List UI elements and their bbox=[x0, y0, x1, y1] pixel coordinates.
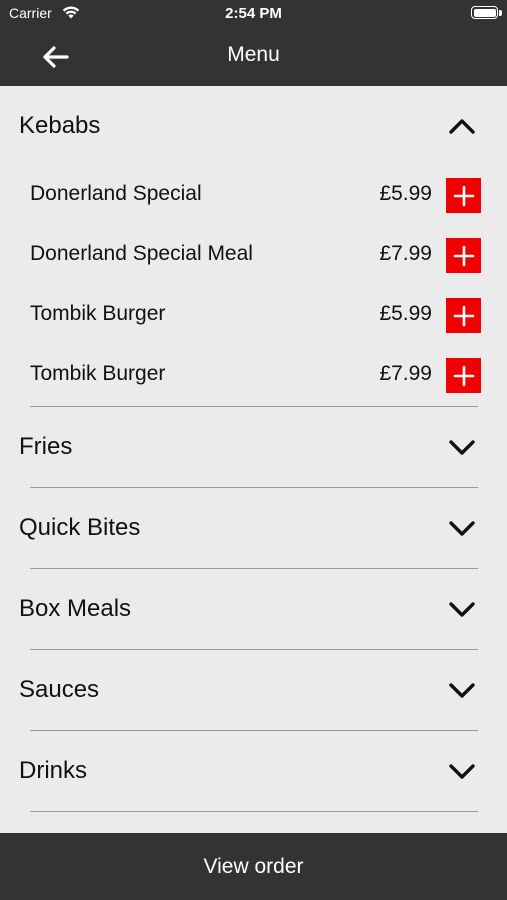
menu-list[interactable]: Kebabs Donerland Special £5.99 Donerland… bbox=[0, 86, 507, 833]
battery-icon bbox=[471, 6, 498, 19]
menu-item-price: £5.99 bbox=[379, 302, 432, 325]
navigation-bar: Menu bbox=[0, 28, 507, 86]
menu-item-row: Tombik Burger £7.99 bbox=[0, 346, 507, 406]
status-time: 2:54 PM bbox=[225, 5, 282, 22]
section-drinks: Drinks bbox=[0, 731, 507, 812]
section-quick-bites: Quick Bites bbox=[0, 488, 507, 569]
plus-icon bbox=[453, 185, 474, 206]
top-bar: Carrier 2:54 PM Menu bbox=[0, 0, 507, 86]
battery-tip bbox=[499, 10, 502, 16]
status-bar: Carrier 2:54 PM bbox=[0, 0, 507, 28]
section-header-drinks[interactable]: Drinks bbox=[0, 731, 507, 811]
section-header-kebabs[interactable]: Kebabs bbox=[0, 86, 507, 166]
menu-item-row: Donerland Special Meal £7.99 bbox=[0, 226, 507, 286]
add-to-order-button[interactable] bbox=[446, 178, 481, 213]
chevron-down-icon bbox=[449, 602, 475, 617]
plus-icon bbox=[453, 305, 474, 326]
chevron-down-icon bbox=[449, 521, 475, 536]
section-title: Box Meals bbox=[19, 595, 132, 622]
page-title: Menu bbox=[227, 43, 280, 66]
section-title: Fries bbox=[19, 433, 73, 460]
section-kebabs: Kebabs Donerland Special £5.99 Donerland… bbox=[0, 86, 507, 407]
section-title: Drinks bbox=[19, 757, 88, 784]
chevron-up-icon bbox=[449, 119, 475, 134]
add-to-order-button[interactable] bbox=[446, 358, 481, 393]
menu-item-name: Donerland Special Meal bbox=[30, 242, 253, 265]
chevron-down-icon bbox=[449, 764, 475, 779]
menu-item-price: £7.99 bbox=[379, 362, 432, 385]
menu-item-name: Tombik Burger bbox=[30, 302, 166, 325]
chevron-down-icon bbox=[449, 440, 475, 455]
section-title: Sauces bbox=[19, 676, 100, 703]
plus-icon bbox=[453, 365, 474, 386]
section-header-sauces[interactable]: Sauces bbox=[0, 650, 507, 730]
menu-item-price: £7.99 bbox=[379, 242, 432, 265]
menu-item-price: £5.99 bbox=[379, 182, 432, 205]
section-fries: Fries bbox=[0, 407, 507, 488]
divider bbox=[30, 811, 478, 812]
section-box-meals: Box Meals bbox=[0, 569, 507, 650]
menu-item-name: Donerland Special bbox=[30, 182, 202, 205]
section-sauces: Sauces bbox=[0, 650, 507, 731]
menu-item-row: Donerland Special £5.99 bbox=[0, 166, 507, 226]
view-order-button[interactable]: View order bbox=[0, 833, 507, 900]
section-header-quick-bites[interactable]: Quick Bites bbox=[0, 488, 507, 568]
menu-item-row: Tombik Burger £5.99 bbox=[0, 286, 507, 346]
chevron-down-icon bbox=[449, 683, 475, 698]
section-title: Kebabs bbox=[19, 112, 101, 139]
section-title: Quick Bites bbox=[19, 514, 141, 541]
menu-item-name: Tombik Burger bbox=[30, 362, 166, 385]
section-header-fries[interactable]: Fries bbox=[0, 407, 507, 487]
add-to-order-button[interactable] bbox=[446, 238, 481, 273]
plus-icon bbox=[453, 245, 474, 266]
add-to-order-button[interactable] bbox=[446, 298, 481, 333]
section-header-box-meals[interactable]: Box Meals bbox=[0, 569, 507, 649]
view-order-label: View order bbox=[203, 854, 304, 878]
